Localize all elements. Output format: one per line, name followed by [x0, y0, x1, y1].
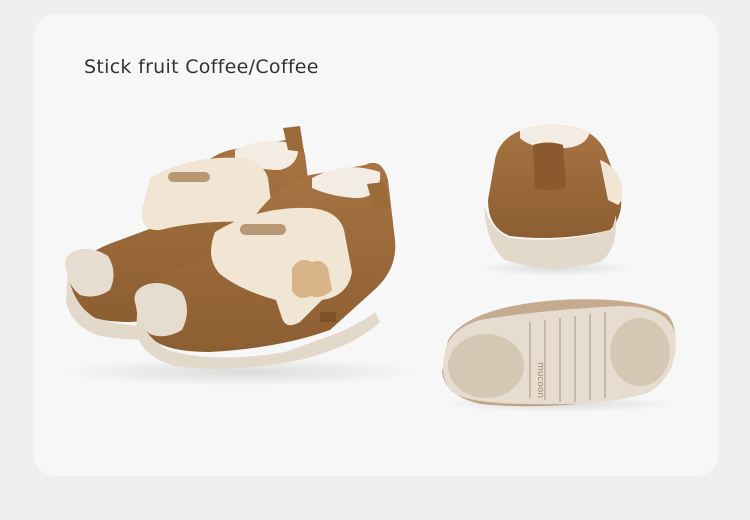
heel-view-image	[475, 124, 635, 276]
product-photos: mucoon	[60, 124, 680, 412]
sole-brand-text: mucoon	[535, 362, 545, 398]
sole-view-image: mucoon	[440, 299, 680, 412]
shoe-pair-image	[60, 126, 420, 386]
